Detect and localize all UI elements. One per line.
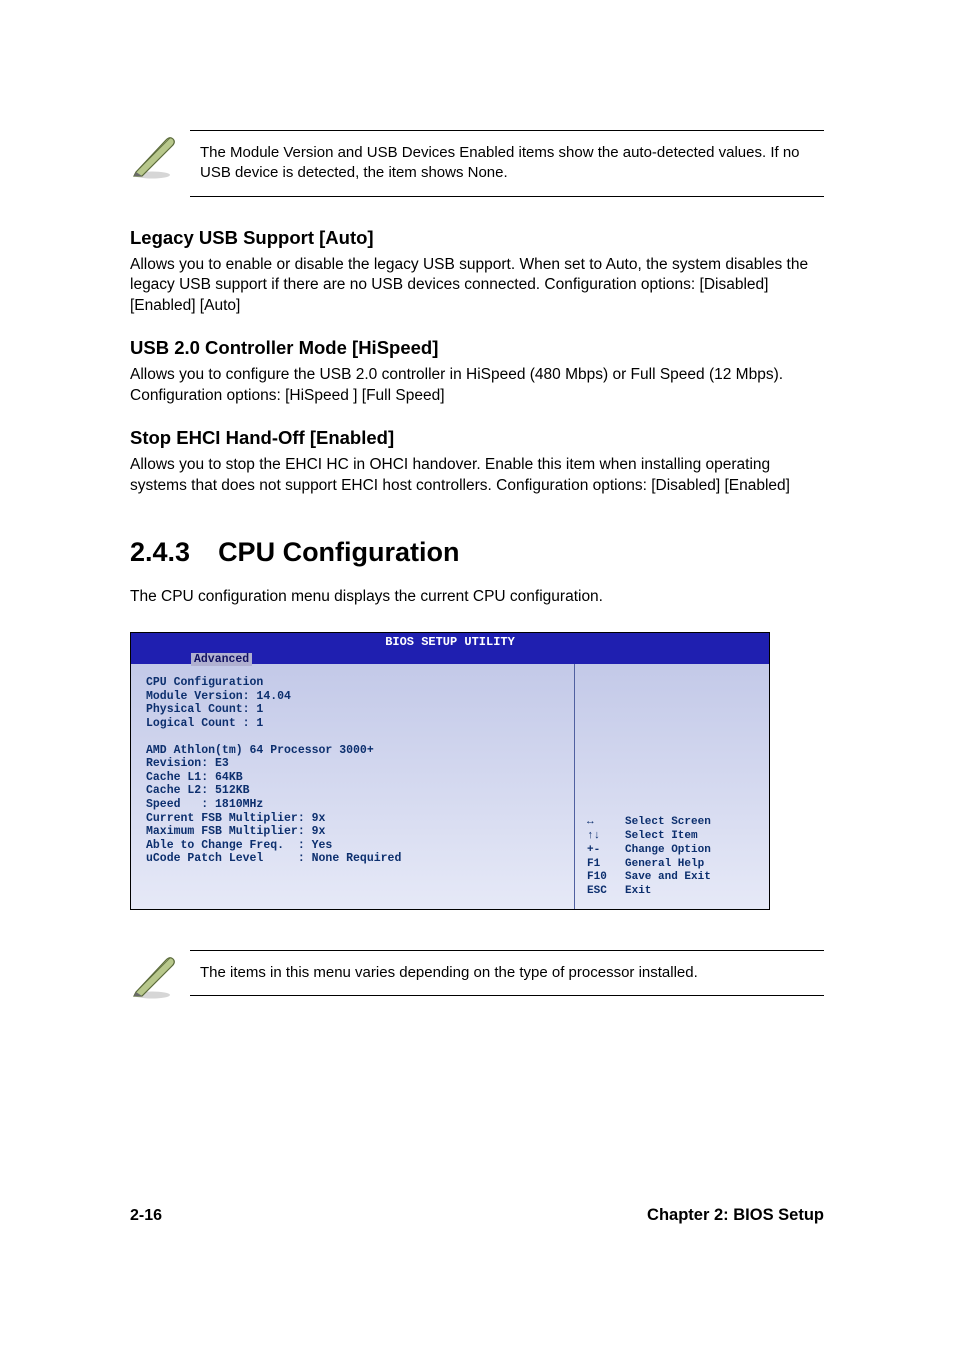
heading-cpu-config: 2.4.3 CPU Configuration <box>130 537 824 568</box>
page-footer: 2-16 Chapter 2: BIOS Setup <box>130 1205 824 1225</box>
bios-help-label: General Help <box>625 858 704 872</box>
note-text: The Module Version and USB Devices Enabl… <box>190 130 824 197</box>
heading-legacy-usb: Legacy USB Support [Auto] <box>130 227 824 249</box>
section-number: 2.4.3 <box>130 537 190 568</box>
bios-help-row: F1General Help <box>587 858 759 872</box>
bios-help-row: ESCExit <box>587 885 759 899</box>
bios-help-row: F10Save and Exit <box>587 871 759 885</box>
bios-screenshot: BIOS SETUP UTILITY Advanced CPU Configur… <box>130 632 770 910</box>
bios-titlebar: BIOS SETUP UTILITY <box>131 633 769 649</box>
pen-note-icon <box>130 134 178 180</box>
body-usb20: Allows you to configure the USB 2.0 cont… <box>130 365 824 407</box>
note-block-usb: The Module Version and USB Devices Enabl… <box>130 130 824 197</box>
pen-note-icon <box>130 954 178 1000</box>
body-ehci: Allows you to stop the EHCI HC in OHCI h… <box>130 455 824 497</box>
bios-help-label: Change Option <box>625 844 711 858</box>
bios-help-row: ↔Select Screen <box>587 816 759 830</box>
chapter-label: Chapter 2: BIOS Setup <box>647 1206 824 1225</box>
heading-usb20: USB 2.0 Controller Mode [HiSpeed] <box>130 337 824 359</box>
note-text: The items in this menu varies depending … <box>190 950 824 996</box>
bios-help-key: +- <box>587 844 625 858</box>
bios-help-label: Exit <box>625 885 651 899</box>
cpu-intro: The CPU configuration menu displays the … <box>130 588 824 606</box>
bios-help-key: F10 <box>587 871 625 885</box>
note-block-cpu: The items in this menu varies depending … <box>130 950 824 1005</box>
bios-body: CPU Configuration Module Version: 14.04 … <box>131 664 769 909</box>
heading-ehci: Stop EHCI Hand-Off [Enabled] <box>130 427 824 449</box>
bios-help-label: Select Item <box>625 830 698 844</box>
note-icon <box>130 950 190 1005</box>
section-title: CPU Configuration <box>218 537 459 567</box>
bios-help-key: ESC <box>587 885 625 899</box>
bios-help-key: ↔ <box>587 816 625 830</box>
bios-help-panel: ↔Select Screen↑↓Select Item+-Change Opti… <box>574 664 769 909</box>
bios-help-label: Save and Exit <box>625 871 711 885</box>
bios-help-key: ↑↓ <box>587 830 625 844</box>
body-legacy-usb: Allows you to enable or disable the lega… <box>130 255 824 318</box>
bios-help-row: ↑↓Select Item <box>587 830 759 844</box>
bios-left-panel: CPU Configuration Module Version: 14.04 … <box>131 664 574 909</box>
bios-help-key: F1 <box>587 858 625 872</box>
bios-help-row: +-Change Option <box>587 844 759 858</box>
bios-help-label: Select Screen <box>625 816 711 830</box>
page-number: 2-16 <box>130 1207 162 1225</box>
bios-tab-row: Advanced <box>131 649 769 664</box>
note-icon <box>130 130 190 185</box>
